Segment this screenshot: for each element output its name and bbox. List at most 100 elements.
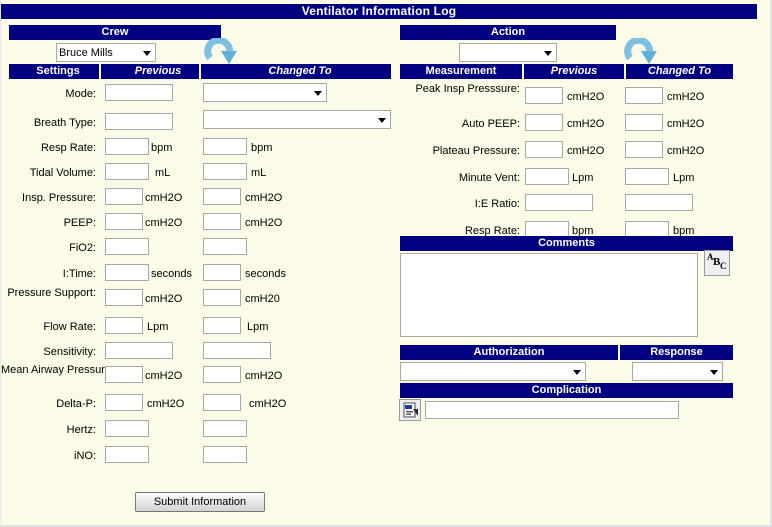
settings-prev-input[interactable] xyxy=(105,188,143,205)
measurement-row-label: Plateau Pressure: xyxy=(432,145,520,157)
measurement-prev-input[interactable] xyxy=(525,141,563,158)
settings-prev-input[interactable] xyxy=(105,420,149,437)
measurement-changed-unit: cmH2O xyxy=(667,145,705,157)
settings-changed-input[interactable] xyxy=(203,446,247,463)
response-select[interactable] xyxy=(632,362,723,381)
action-refresh-arrow-icon[interactable] xyxy=(624,38,658,66)
settings-prev-input[interactable] xyxy=(105,394,143,411)
settings-prev-unit: cmH2O xyxy=(145,217,183,229)
abc-spellcheck-button[interactable]: A B C xyxy=(704,250,730,276)
settings-prev-input[interactable] xyxy=(105,289,143,306)
settings-prev-unit: mL xyxy=(155,167,171,179)
settings-changed-input[interactable] xyxy=(203,213,241,230)
settings-row-label: Insp. Pressure: xyxy=(22,192,96,204)
settings-changed-unit: bpm xyxy=(251,142,273,154)
complication-picker-button[interactable] xyxy=(399,399,421,421)
measurement-changed-unit: Lpm xyxy=(673,172,695,184)
settings-changed-unit: cmH20 xyxy=(245,293,280,305)
settings-prev-unit: Lpm xyxy=(147,321,169,333)
settings-prev-unit: cmH2O xyxy=(147,398,185,410)
settings-prev-unit: seconds xyxy=(151,268,192,280)
settings-changed-input[interactable] xyxy=(203,366,241,383)
settings-prev-input[interactable] xyxy=(105,138,149,155)
action-select-control[interactable] xyxy=(459,43,557,62)
settings-changed-input[interactable] xyxy=(203,342,271,359)
measurement-changed-input[interactable] xyxy=(625,87,663,104)
settings-row-label: iNO: xyxy=(74,450,96,462)
settings-changed-input[interactable] xyxy=(203,420,247,437)
settings-prev-input[interactable] xyxy=(105,264,149,281)
header-separator xyxy=(624,64,626,79)
authorization-select-control[interactable] xyxy=(400,362,586,381)
complication-input[interactable] xyxy=(425,401,679,419)
settings-prev-input[interactable] xyxy=(105,342,173,359)
measurement-changed-input[interactable] xyxy=(625,114,663,131)
settings-row-label: Delta-P: xyxy=(56,398,96,410)
measurement-row-label: I:E Ratio: xyxy=(474,198,520,210)
settings-prev-input[interactable] xyxy=(105,238,149,255)
settings-changed-select-control[interactable] xyxy=(203,83,327,102)
settings-changed-input[interactable] xyxy=(203,394,241,411)
response-select-control[interactable] xyxy=(632,362,723,381)
settings-changed-input[interactable] xyxy=(203,238,247,255)
settings-row-label: Mode: xyxy=(65,88,96,100)
settings-prev-input[interactable] xyxy=(105,213,143,230)
action-select[interactable] xyxy=(459,43,557,62)
measurement-changed-unit: cmH2O xyxy=(667,118,705,130)
settings-prev-input[interactable] xyxy=(105,366,143,383)
measurement-prev-input[interactable] xyxy=(525,114,563,131)
settings-changed-unit: cmH2O xyxy=(245,217,283,229)
settings-changed-input[interactable] xyxy=(203,264,241,281)
settings-changed-input[interactable] xyxy=(203,317,241,334)
measurement-row-label: Auto PEEP: xyxy=(461,118,520,130)
settings-prev-unit: cmH2O xyxy=(145,370,183,382)
settings-col-changed: Changed To xyxy=(268,65,332,77)
crew-header: Crew xyxy=(9,25,221,40)
comments-textarea[interactable] xyxy=(400,253,698,337)
settings-changed-select[interactable] xyxy=(203,83,327,102)
abc-letter-c: C xyxy=(720,261,727,271)
measurement-prev-input[interactable] xyxy=(525,194,593,211)
complication-picker-icon xyxy=(403,402,418,418)
crew-select[interactable]: Bruce Mills xyxy=(56,43,156,62)
measurement-prev-input[interactable] xyxy=(525,168,569,185)
measurement-changed-input[interactable] xyxy=(625,141,663,158)
settings-prev-input[interactable] xyxy=(105,163,149,180)
measurement-prev-unit: cmH2O xyxy=(567,118,605,130)
settings-row-label: Breath Type: xyxy=(33,117,96,129)
measurement-header-band: Measurement Previous Changed To xyxy=(400,64,733,79)
settings-prev-input[interactable] xyxy=(105,113,173,130)
comments-header: Comments xyxy=(400,236,733,251)
measurement-col-previous: Previous xyxy=(550,65,598,77)
settings-changed-select[interactable] xyxy=(203,110,391,129)
measurement-changed-unit: cmH2O xyxy=(667,91,705,103)
measurement-changed-input[interactable] xyxy=(625,194,693,211)
settings-changed-select-control[interactable] xyxy=(203,110,391,129)
settings-prev-input[interactable] xyxy=(105,446,149,463)
response-header: Response xyxy=(620,345,733,360)
authorization-select[interactable] xyxy=(400,362,586,381)
crew-refresh-arrow-icon[interactable] xyxy=(204,38,238,66)
settings-changed-unit: cmH2O xyxy=(245,370,283,382)
settings-prev-unit: cmH2O xyxy=(145,293,183,305)
submit-information-button[interactable]: Submit Information xyxy=(135,492,265,512)
crew-select-control[interactable]: Bruce Mills xyxy=(56,43,156,62)
action-header: Action xyxy=(400,25,616,40)
settings-changed-input[interactable] xyxy=(203,289,241,306)
measurement-row-label: Peak Insp Presssure: xyxy=(415,83,520,95)
measurement-prev-unit: cmH2O xyxy=(567,91,605,103)
settings-prev-input[interactable] xyxy=(105,317,143,334)
measurement-changed-input[interactable] xyxy=(625,168,669,185)
measurement-prev-input[interactable] xyxy=(525,87,563,104)
settings-changed-unit: Lpm xyxy=(247,321,269,333)
settings-changed-unit: mL xyxy=(251,167,267,179)
settings-row-label: Hertz: xyxy=(66,424,96,436)
measurement-col-label: Measurement xyxy=(425,65,497,77)
settings-changed-input[interactable] xyxy=(203,188,241,205)
settings-changed-input[interactable] xyxy=(203,138,247,155)
settings-prev-input[interactable] xyxy=(105,84,173,101)
settings-row-label: Resp Rate: xyxy=(40,142,96,154)
settings-changed-unit: cmH2O xyxy=(245,192,283,204)
settings-changed-input[interactable] xyxy=(203,163,247,180)
settings-prev-unit: cmH2O xyxy=(145,192,183,204)
